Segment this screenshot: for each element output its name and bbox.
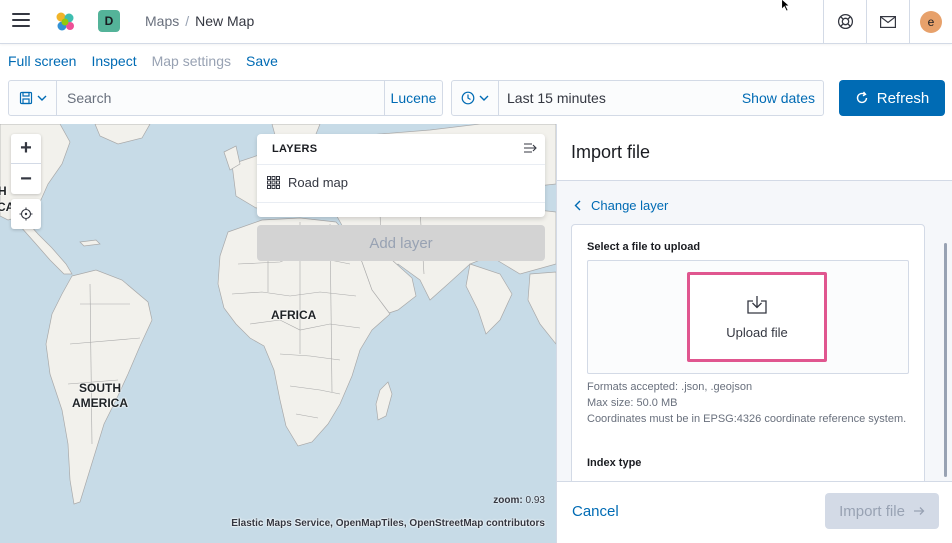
refresh-icon bbox=[856, 91, 867, 104]
max-size-text: Max size: 50.0 MB bbox=[587, 397, 678, 409]
layers-title: LAYERS bbox=[272, 143, 318, 155]
collapse-layers-icon[interactable] bbox=[523, 142, 537, 154]
flyout-footer: Cancel Import file bbox=[557, 481, 952, 543]
flyout-title: Import file bbox=[571, 142, 651, 162]
mouse-cursor-icon bbox=[781, 0, 791, 12]
newsfeed-button[interactable] bbox=[866, 0, 909, 43]
zoom-in-button[interactable]: + bbox=[11, 134, 41, 164]
space-avatar[interactable]: D bbox=[98, 10, 120, 32]
inspect-link[interactable]: Inspect bbox=[91, 53, 136, 69]
change-layer-button[interactable]: Change layer bbox=[574, 198, 668, 213]
save-disk-icon bbox=[19, 91, 32, 105]
menu-icon[interactable] bbox=[12, 13, 30, 29]
map-attribution[interactable]: Elastic Maps Service, OpenMapTiles, Open… bbox=[231, 518, 545, 529]
map-label-america-line: AMERICA bbox=[72, 396, 128, 410]
zoom-readout: zoom: 0.93 bbox=[493, 495, 545, 506]
upload-file-button[interactable]: Upload file bbox=[687, 272, 827, 362]
avatar: e bbox=[920, 10, 942, 33]
query-language-button[interactable]: Lucene bbox=[384, 81, 442, 115]
layer-control-panel: LAYERS Road map bbox=[257, 134, 545, 217]
arrow-right-icon bbox=[913, 507, 925, 515]
map-label-south-line: SOUTH bbox=[79, 381, 121, 395]
flyout-body: Change layer Select a file to upload Upl… bbox=[557, 181, 952, 481]
formats-text: Formats accepted: .json, .geojson bbox=[587, 381, 753, 393]
breadcrumb: Maps / New Map bbox=[145, 13, 254, 29]
date-picker: Last 15 minutes Show dates bbox=[451, 80, 824, 116]
help-lifebuoy-icon bbox=[837, 13, 853, 30]
query-bar: Search Lucene bbox=[8, 80, 443, 116]
layer-label: Road map bbox=[288, 175, 348, 190]
index-type-label: Index type bbox=[587, 457, 642, 469]
zoom-out-button[interactable]: − bbox=[11, 164, 41, 194]
date-range-text[interactable]: Last 15 minutes bbox=[499, 90, 742, 106]
save-link[interactable]: Save bbox=[246, 53, 278, 69]
select-file-label: Select a file to upload bbox=[587, 241, 701, 253]
fit-to-data-button[interactable] bbox=[11, 199, 41, 229]
elastic-logo-icon[interactable] bbox=[53, 10, 77, 34]
file-dropzone[interactable]: Upload file bbox=[587, 260, 909, 374]
user-menu-button[interactable]: e bbox=[909, 0, 952, 43]
flyout-scrollbar[interactable] bbox=[944, 243, 947, 477]
map-label-partial-1: H bbox=[0, 184, 7, 198]
help-button[interactable] bbox=[823, 0, 866, 43]
top-nav-menu: Full screen Inspect Map settings Save bbox=[8, 53, 278, 69]
saved-query-button[interactable] bbox=[9, 81, 57, 115]
refresh-label: Refresh bbox=[876, 89, 930, 107]
full-screen-link[interactable]: Full screen bbox=[8, 53, 76, 69]
change-layer-label: Change layer bbox=[591, 198, 669, 213]
top-header: D Maps / New Map e bbox=[0, 0, 952, 44]
divider bbox=[257, 164, 545, 165]
breadcrumb-separator: / bbox=[185, 13, 190, 29]
breadcrumb-current: New Map bbox=[195, 13, 255, 29]
divider bbox=[257, 202, 545, 203]
import-file-button: Import file bbox=[825, 493, 939, 529]
search-input[interactable]: Search bbox=[57, 90, 384, 106]
chevron-down-icon bbox=[479, 95, 489, 101]
map-canvas[interactable]: H CA AFRICA SOUTH AMERICA + − LAYERS Roa… bbox=[0, 124, 556, 543]
add-layer-button: Add layer bbox=[257, 225, 545, 261]
upload-file-label: Upload file bbox=[726, 324, 788, 340]
chevron-left-icon bbox=[574, 200, 581, 211]
map-settings-link: Map settings bbox=[151, 53, 231, 69]
zoom-controls: + − bbox=[11, 134, 41, 194]
clock-icon bbox=[461, 91, 475, 105]
import-file-flyout: Import file Change layer Select a file t… bbox=[556, 124, 952, 543]
mail-icon bbox=[880, 15, 896, 28]
zoom-readout-label: zoom: bbox=[493, 495, 523, 506]
breadcrumb-maps[interactable]: Maps bbox=[145, 13, 179, 29]
import-file-label: Import file bbox=[839, 502, 905, 520]
map-label-south-america: SOUTH AMERICA bbox=[72, 381, 128, 411]
chevron-down-icon bbox=[37, 95, 46, 101]
refresh-button[interactable]: Refresh bbox=[839, 80, 945, 116]
zoom-readout-value: 0.93 bbox=[525, 495, 545, 506]
quick-date-menu-button[interactable] bbox=[452, 81, 499, 115]
upload-panel: Select a file to upload Upload file Form… bbox=[571, 224, 925, 481]
cancel-button[interactable]: Cancel bbox=[572, 503, 619, 520]
coordinates-text: Coordinates must be in EPSG:4326 coordin… bbox=[587, 413, 907, 425]
map-label-africa: AFRICA bbox=[271, 308, 317, 322]
upload-help-text: Formats accepted: .json, .geojson Max si… bbox=[587, 379, 907, 427]
grid-icon bbox=[267, 176, 280, 189]
layer-item-road-map[interactable]: Road map bbox=[267, 175, 348, 190]
download-tray-icon bbox=[747, 295, 767, 314]
crosshair-icon bbox=[19, 207, 33, 221]
show-dates-link[interactable]: Show dates bbox=[742, 90, 823, 106]
